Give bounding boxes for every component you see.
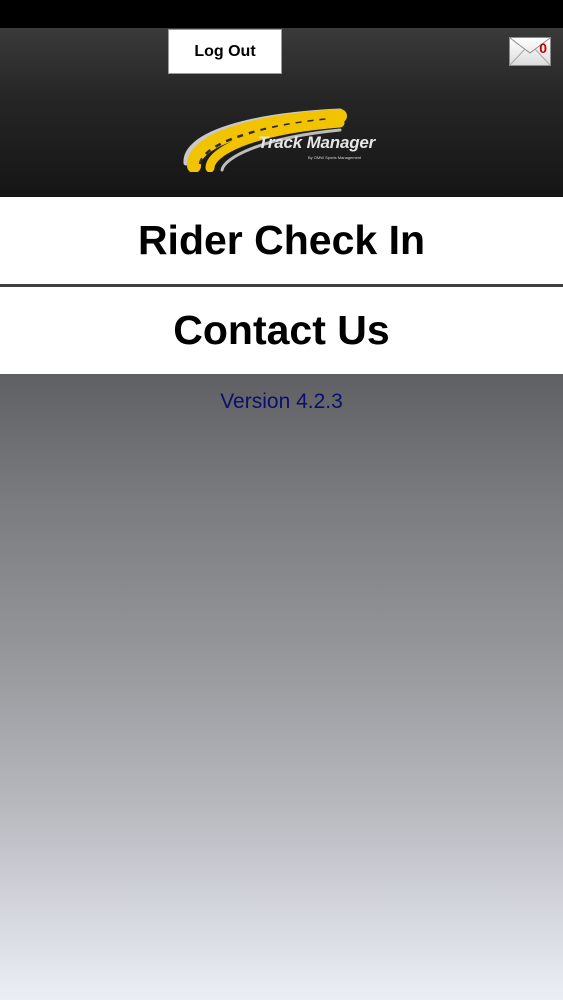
logo-subtitle: By OMW Sports Management	[308, 155, 362, 160]
track-manager-logo: Track Manager By OMW Sports Management	[180, 108, 385, 172]
header: Log Out 0 Track Manager By OMW Sports Ma…	[0, 28, 563, 197]
status-bar	[0, 0, 563, 28]
version-label: Version 4.2.3	[220, 390, 343, 413]
contact-us-button[interactable]: Contact Us	[0, 287, 563, 374]
rider-check-in-button[interactable]: Rider Check In	[0, 197, 563, 284]
mail-button[interactable]: 0	[509, 37, 551, 66]
logo-title: Track Manager	[258, 133, 376, 152]
app-screen: Log Out 0 Track Manager By OMW Sports Ma…	[0, 0, 563, 1000]
logout-button[interactable]: Log Out	[168, 29, 282, 74]
mail-count-badge: 0	[539, 40, 547, 56]
content-area: Version 4.2.3	[0, 374, 563, 1000]
